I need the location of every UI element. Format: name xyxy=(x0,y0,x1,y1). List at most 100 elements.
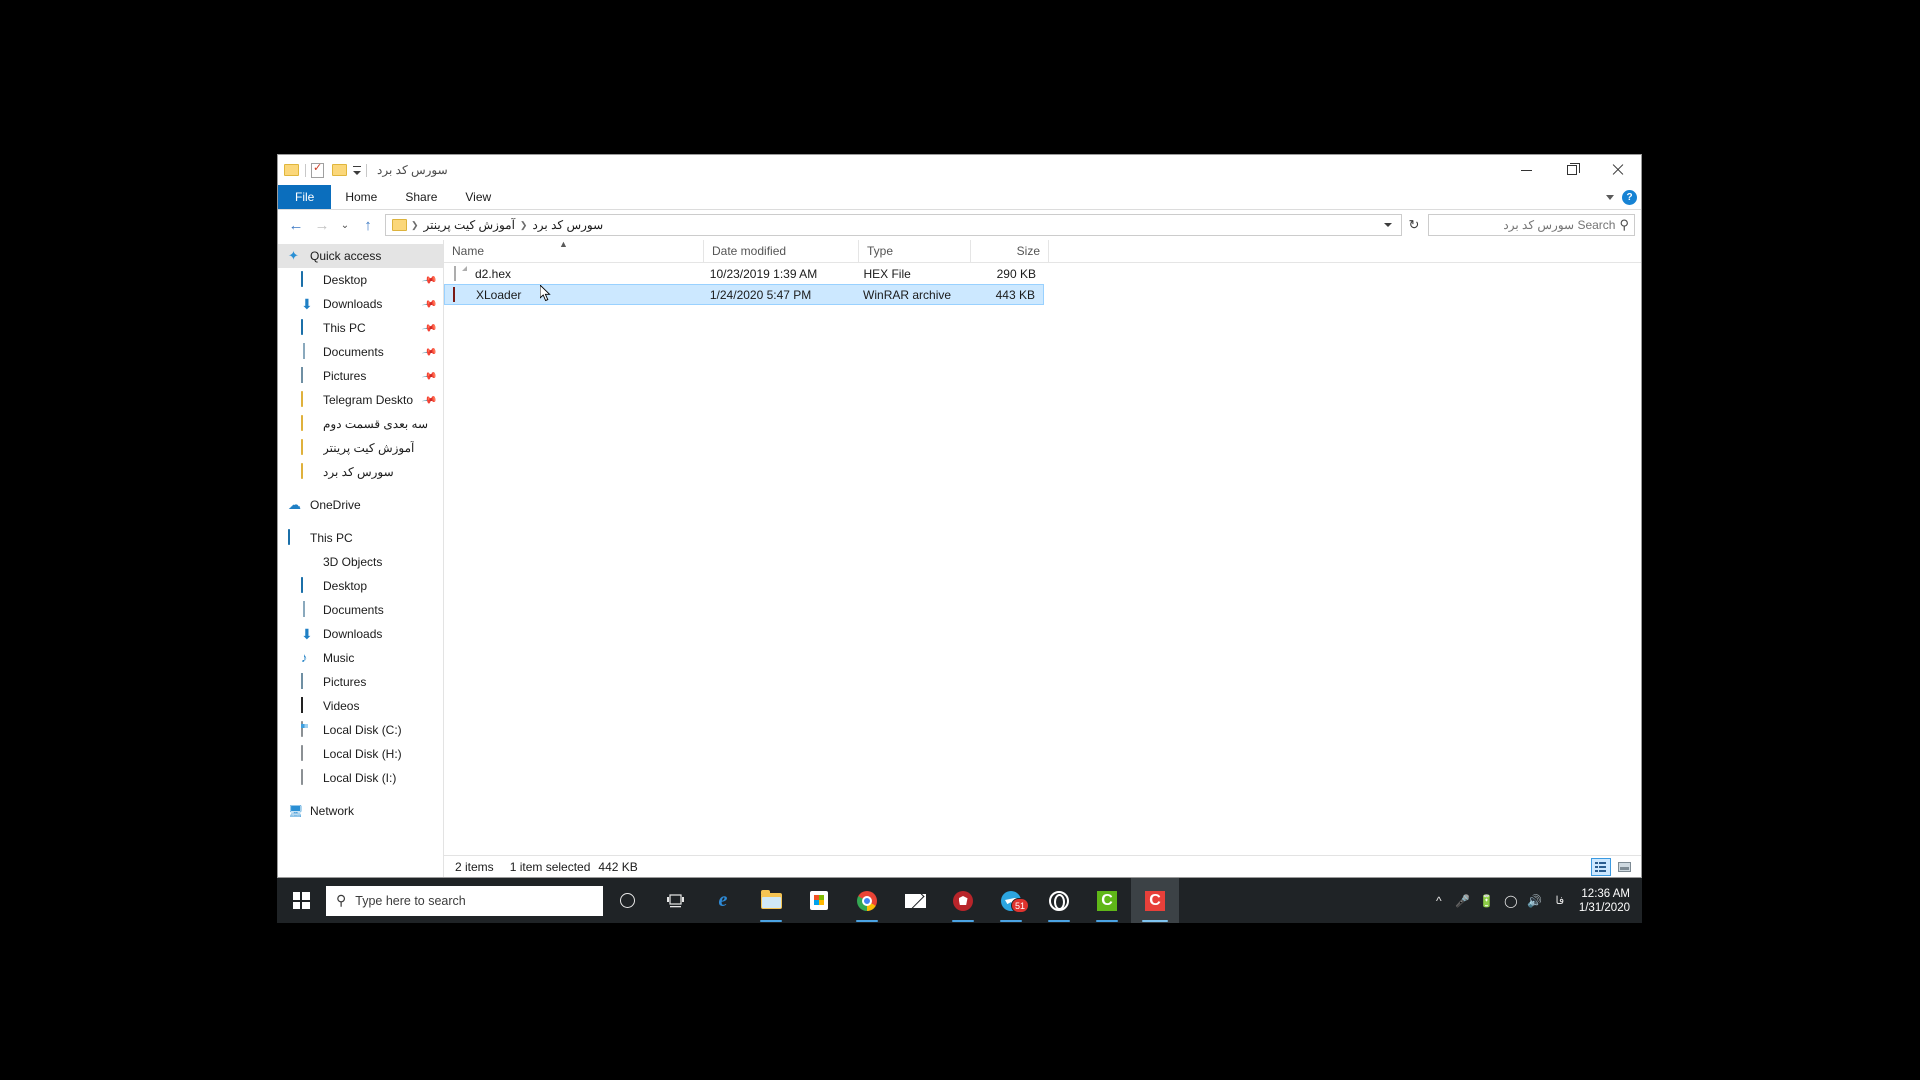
restore-button[interactable] xyxy=(1549,155,1595,185)
security-button[interactable] xyxy=(939,878,987,923)
sidebar-item-local-disk-i[interactable]: Local Disk (I:) xyxy=(278,766,443,790)
sidebar-item-network[interactable]: 🖥 Network xyxy=(278,799,443,823)
tab-view[interactable]: View xyxy=(451,185,505,209)
chevron-down-icon[interactable] xyxy=(1606,195,1614,200)
green-app-button[interactable]: C xyxy=(1083,878,1131,923)
microsoft-store-button[interactable] xyxy=(795,878,843,923)
pin-icon[interactable]: 📌 xyxy=(421,320,438,336)
file-explorer-button[interactable] xyxy=(747,878,795,923)
help-icon[interactable]: ? xyxy=(1622,190,1637,205)
chevron-up-icon[interactable]: ^ xyxy=(1427,878,1451,923)
refresh-button[interactable]: ↻ xyxy=(1404,217,1424,233)
red-app-button[interactable]: C xyxy=(1131,878,1179,923)
microphone-icon[interactable]: 🎤 xyxy=(1451,878,1475,923)
breadcrumb-item-1[interactable]: سورس کد برد xyxy=(528,218,607,232)
sidebar-item-folder-printer-kit[interactable]: آموزش کیت پرینتر xyxy=(278,436,443,460)
pin-icon[interactable]: 📌 xyxy=(421,344,438,360)
close-button[interactable] xyxy=(1595,155,1641,185)
edge-button[interactable]: e xyxy=(699,878,747,923)
column-header-name[interactable]: Name xyxy=(444,239,704,263)
task-view-button[interactable] xyxy=(651,878,699,923)
sidebar-item-telegram-desktop[interactable]: Telegram Deskto 📌 xyxy=(278,388,443,412)
sidebar-item-this-pc-root[interactable]: This PC xyxy=(278,526,443,550)
start-button[interactable] xyxy=(277,878,325,923)
tab-home[interactable]: Home xyxy=(331,185,391,209)
pin-icon[interactable]: 📌 xyxy=(421,392,438,408)
pictures-icon xyxy=(301,367,317,384)
folder-icon[interactable] xyxy=(284,162,300,178)
title-bar[interactable]: سورس کد برد xyxy=(278,155,1641,185)
column-header-size[interactable]: Size xyxy=(971,239,1049,263)
breadcrumb-item-0[interactable]: آموزش کیت پرینتر xyxy=(420,218,519,232)
back-button[interactable]: ← xyxy=(284,213,308,237)
videos-icon xyxy=(301,697,317,714)
sidebar-item-pc-documents[interactable]: Documents xyxy=(278,598,443,622)
sidebar-item-label: سورس کد برد xyxy=(323,465,394,479)
battery-icon[interactable]: 🔋 xyxy=(1475,878,1499,923)
drive-icon xyxy=(301,745,317,762)
sidebar-item-local-disk-c[interactable]: Local Disk (C:) xyxy=(278,718,443,742)
3d-objects-icon xyxy=(301,554,317,570)
sidebar-item-music[interactable]: ♪ Music xyxy=(278,646,443,670)
tab-file[interactable]: File xyxy=(278,185,332,209)
opera-button[interactable] xyxy=(1035,878,1083,923)
search-input[interactable] xyxy=(1434,218,1616,232)
details-view-button[interactable] xyxy=(1591,857,1611,876)
address-dropdown-icon[interactable] xyxy=(1384,223,1392,227)
sidebar-item-folder-source-code[interactable]: سورس کد برد xyxy=(278,460,443,484)
pin-icon[interactable]: 📌 xyxy=(421,272,438,288)
mail-button[interactable] xyxy=(891,878,939,923)
task-view-icon xyxy=(666,893,684,907)
sidebar-item-pictures[interactable]: Pictures 📌 xyxy=(278,364,443,388)
clock[interactable]: 12:36 AM 1/31/2020 xyxy=(1573,878,1642,923)
sidebar-item-label: Desktop xyxy=(323,273,368,287)
language-indicator[interactable]: فا xyxy=(1547,878,1573,923)
minimize-button[interactable] xyxy=(1503,155,1549,185)
properties-icon[interactable] xyxy=(311,161,327,178)
table-row[interactable]: d2.hex 10/23/2019 1:39 AM HEX File 290 K… xyxy=(444,263,1044,284)
column-header-type[interactable]: Type xyxy=(859,239,971,263)
opera-icon xyxy=(1049,890,1069,911)
taskbar-search-box[interactable]: ⚲ Type here to search xyxy=(326,885,603,916)
recent-locations-button[interactable]: ⌄ xyxy=(336,213,354,237)
downloads-icon: ⬇ xyxy=(301,296,313,312)
breadcrumb-separator: ❯ xyxy=(411,219,419,230)
pin-icon[interactable]: 📌 xyxy=(421,296,438,312)
sidebar-item-label: Desktop xyxy=(323,579,368,593)
table-row[interactable]: XLoader 1/24/2020 5:47 PM WinRAR archive… xyxy=(444,284,1044,305)
sidebar-item-quick-access[interactable]: ✦ Quick access xyxy=(278,244,443,268)
sidebar-item-desktop[interactable]: Desktop 📌 xyxy=(278,268,443,292)
address-bar[interactable]: ❯ آموزش کیت پرینتر ❯ سورس کد برد xyxy=(385,214,1402,236)
forward-button[interactable]: → xyxy=(310,213,334,237)
sidebar-item-local-disk-h[interactable]: Local Disk (H:) xyxy=(278,742,443,766)
chrome-button[interactable] xyxy=(843,878,891,923)
file-rows: d2.hex 10/23/2019 1:39 AM HEX File 290 K… xyxy=(444,263,1641,855)
pin-icon[interactable]: 📌 xyxy=(421,368,438,384)
telegram-button[interactable]: 51 xyxy=(987,878,1035,923)
sidebar-item-folder-3d-part2[interactable]: سه بعدی قسمت دوم xyxy=(278,412,443,436)
tab-share[interactable]: Share xyxy=(391,185,451,209)
sidebar-item-3d-objects[interactable]: 3D Objects xyxy=(278,550,443,574)
up-button[interactable]: ↑ xyxy=(356,213,380,237)
sidebar-item-this-pc[interactable]: This PC 📌 xyxy=(278,316,443,340)
cortana-button[interactable] xyxy=(603,878,651,923)
downloads-icon: ⬇ xyxy=(301,626,313,642)
volume-icon[interactable]: 🔊 xyxy=(1523,878,1547,923)
sidebar-item-pc-downloads[interactable]: ⬇ Downloads xyxy=(278,622,443,646)
sidebar-item-downloads[interactable]: ⬇ Downloads 📌 xyxy=(278,292,443,316)
sidebar-item-onedrive[interactable]: ☁ OneDrive xyxy=(278,493,443,517)
new-folder-icon[interactable] xyxy=(332,162,348,178)
wifi-icon[interactable]: ◯ xyxy=(1499,878,1523,923)
search-box[interactable]: ⚲ xyxy=(1428,214,1635,236)
status-bar: 2 items 1 item selected 442 KB xyxy=(444,855,1641,877)
customize-toolbar-icon[interactable] xyxy=(353,165,361,175)
sidebar-item-pc-pictures[interactable]: Pictures xyxy=(278,670,443,694)
sidebar-item-label: Downloads xyxy=(323,297,383,311)
sidebar-item-documents[interactable]: Documents 📌 xyxy=(278,340,443,364)
sidebar-item-videos[interactable]: Videos xyxy=(278,694,443,718)
column-header-date-modified[interactable]: Date modified xyxy=(704,239,859,263)
large-icons-view-button[interactable] xyxy=(1614,858,1634,876)
sidebar-item-pc-desktop[interactable]: Desktop xyxy=(278,574,443,598)
ribbon-tabs: File Home Share View ? xyxy=(278,185,1641,210)
edge-icon: e xyxy=(718,889,728,911)
